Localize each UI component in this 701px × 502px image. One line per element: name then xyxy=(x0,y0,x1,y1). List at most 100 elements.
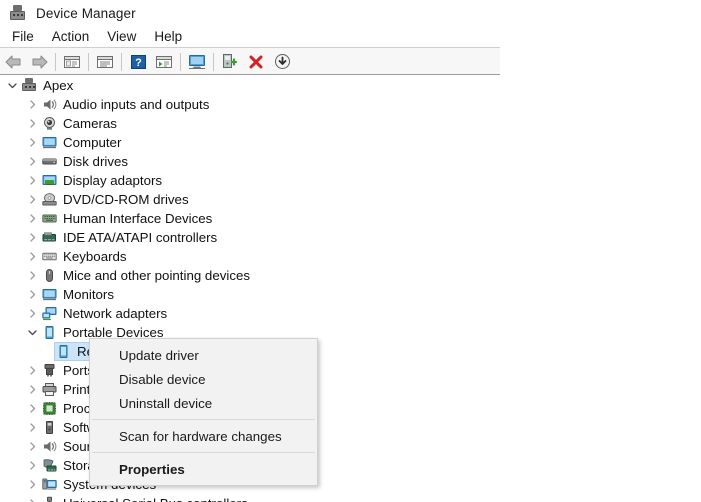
svg-text:?: ? xyxy=(135,57,142,69)
device-manager-icon xyxy=(9,4,26,22)
storage-controller-icon xyxy=(40,456,58,475)
context-menu-item-properties[interactable]: Properties xyxy=(90,457,317,481)
context-menu-separator-1 xyxy=(92,419,315,420)
tree-item-label: Audio inputs and outputs xyxy=(63,97,210,112)
chevron-right-icon[interactable] xyxy=(24,475,40,494)
chevron-right-icon[interactable] xyxy=(24,247,40,266)
keyboard-icon xyxy=(40,247,58,266)
back-button[interactable] xyxy=(1,50,25,73)
context-menu[interactable]: Update driver Disable device Uninstall d… xyxy=(89,338,318,486)
properties-button[interactable] xyxy=(93,50,117,73)
tree-item-label: Monitors xyxy=(63,287,114,302)
monitor-icon xyxy=(40,133,58,152)
optical-drive-icon xyxy=(40,190,58,209)
chevron-right-icon[interactable] xyxy=(24,171,40,190)
chevron-right-icon[interactable] xyxy=(24,494,40,502)
tree-item-universal-serial-bus-controllers[interactable]: Universal Serial Bus controllers xyxy=(0,494,701,502)
system-device-icon xyxy=(40,475,58,494)
menu-action[interactable]: Action xyxy=(43,27,99,47)
chevron-right-icon[interactable] xyxy=(24,228,40,247)
camera-icon xyxy=(40,114,58,133)
context-menu-item-uninstall-device[interactable]: Uninstall device xyxy=(90,391,317,415)
mouse-icon xyxy=(40,266,58,285)
chevron-down-icon[interactable] xyxy=(4,76,20,95)
tree-item-label: Cameras xyxy=(63,116,117,131)
toolbar: ? xyxy=(0,48,500,75)
speaker-icon xyxy=(40,95,58,114)
port-icon xyxy=(40,361,58,380)
tree-item-audio-inputs-and-outputs[interactable]: Audio inputs and outputs xyxy=(0,95,701,114)
toolbar-separator-5 xyxy=(213,52,214,71)
disable-device-button[interactable] xyxy=(270,50,294,73)
menu-view[interactable]: View xyxy=(98,27,145,47)
window-title: Device Manager xyxy=(36,5,136,21)
tree-item-label: DVD/CD-ROM drives xyxy=(63,192,189,207)
chevron-right-icon[interactable] xyxy=(24,152,40,171)
tree-item-cameras[interactable]: Cameras xyxy=(0,114,701,133)
tree-item-label: Display adaptors xyxy=(63,173,163,188)
tree-item-mice-and-other-pointing-devices[interactable]: Mice and other pointing devices xyxy=(0,266,701,285)
context-menu-separator-2 xyxy=(92,452,315,453)
chevron-right-icon[interactable] xyxy=(24,209,40,228)
chevron-right-icon[interactable] xyxy=(24,285,40,304)
update-driver-button[interactable] xyxy=(218,50,242,73)
chevron-right-icon[interactable] xyxy=(24,380,40,399)
tree-item-apex[interactable]: Apex xyxy=(0,76,701,95)
tree-item-label: Human Interface Devices xyxy=(63,211,213,226)
chevron-right-icon[interactable] xyxy=(24,399,40,418)
help-button[interactable]: ? xyxy=(126,50,150,73)
menu-bar: File Action View Help xyxy=(0,26,701,48)
tree-item-human-interface-devices[interactable]: Human Interface Devices xyxy=(0,209,701,228)
tree-item-label: Network adapters xyxy=(63,306,168,321)
chevron-right-icon[interactable] xyxy=(24,456,40,475)
forward-button[interactable] xyxy=(27,50,51,73)
title-bar: Device Manager xyxy=(0,0,701,26)
show-hide-console-tree-button[interactable] xyxy=(60,50,84,73)
scan-for-hardware-changes-button[interactable] xyxy=(185,50,209,73)
context-menu-item-update-driver[interactable]: Update driver xyxy=(90,343,317,367)
display-adapter-icon xyxy=(40,171,58,190)
usb-icon xyxy=(40,494,58,502)
tree-item-disk-drives[interactable]: Disk drives xyxy=(0,152,701,171)
tree-item-label: Keyboards xyxy=(63,249,127,264)
speaker-icon xyxy=(40,437,58,456)
processor-icon xyxy=(40,399,58,418)
toolbar-separator-2 xyxy=(88,52,89,71)
context-menu-item-scan-for-hardware-changes[interactable]: Scan for hardware changes xyxy=(90,424,317,448)
toolbar-bottom-border xyxy=(0,74,500,75)
chevron-right-icon[interactable] xyxy=(24,266,40,285)
context-menu-item-disable-device[interactable]: Disable device xyxy=(90,367,317,391)
chevron-right-icon[interactable] xyxy=(24,437,40,456)
tree-item-label: Computer xyxy=(63,135,122,150)
disk-drive-icon xyxy=(40,152,58,171)
chevron-right-icon[interactable] xyxy=(24,361,40,380)
portable-device-icon xyxy=(54,342,72,361)
tree-item-label: Disk drives xyxy=(63,154,129,169)
uninstall-device-button[interactable] xyxy=(244,50,268,73)
tree-item-keyboards[interactable]: Keyboards xyxy=(0,247,701,266)
computer-node-icon xyxy=(20,76,38,95)
chevron-right-icon[interactable] xyxy=(24,418,40,437)
ide-controller-icon xyxy=(40,228,58,247)
chevron-right-icon[interactable] xyxy=(24,133,40,152)
menu-help[interactable]: Help xyxy=(145,27,191,47)
tree-item-display-adaptors[interactable]: Display adaptors xyxy=(0,171,701,190)
tree-item-dvd-cd-rom-drives[interactable]: DVD/CD-ROM drives xyxy=(0,190,701,209)
toolbar-separator-4 xyxy=(180,52,181,71)
hid-icon xyxy=(40,209,58,228)
show-action-pane-button[interactable] xyxy=(152,50,176,73)
toolbar-separator-3 xyxy=(121,52,122,71)
chevron-right-icon[interactable] xyxy=(24,95,40,114)
chevron-down-icon[interactable] xyxy=(24,323,40,342)
tree-item-monitors[interactable]: Monitors xyxy=(0,285,701,304)
tree-item-label: Mice and other pointing devices xyxy=(63,268,251,283)
chevron-right-icon[interactable] xyxy=(24,190,40,209)
tree-item-ide-ata-atapi-controllers[interactable]: IDE ATA/ATAPI controllers xyxy=(0,228,701,247)
menu-file[interactable]: File xyxy=(3,27,43,47)
tree-item-network-adapters[interactable]: Network adapters xyxy=(0,304,701,323)
chevron-right-icon[interactable] xyxy=(24,114,40,133)
tree-item-computer[interactable]: Computer xyxy=(0,133,701,152)
software-device-icon xyxy=(40,418,58,437)
tree-item-label: IDE ATA/ATAPI controllers xyxy=(63,230,218,245)
chevron-right-icon[interactable] xyxy=(24,304,40,323)
